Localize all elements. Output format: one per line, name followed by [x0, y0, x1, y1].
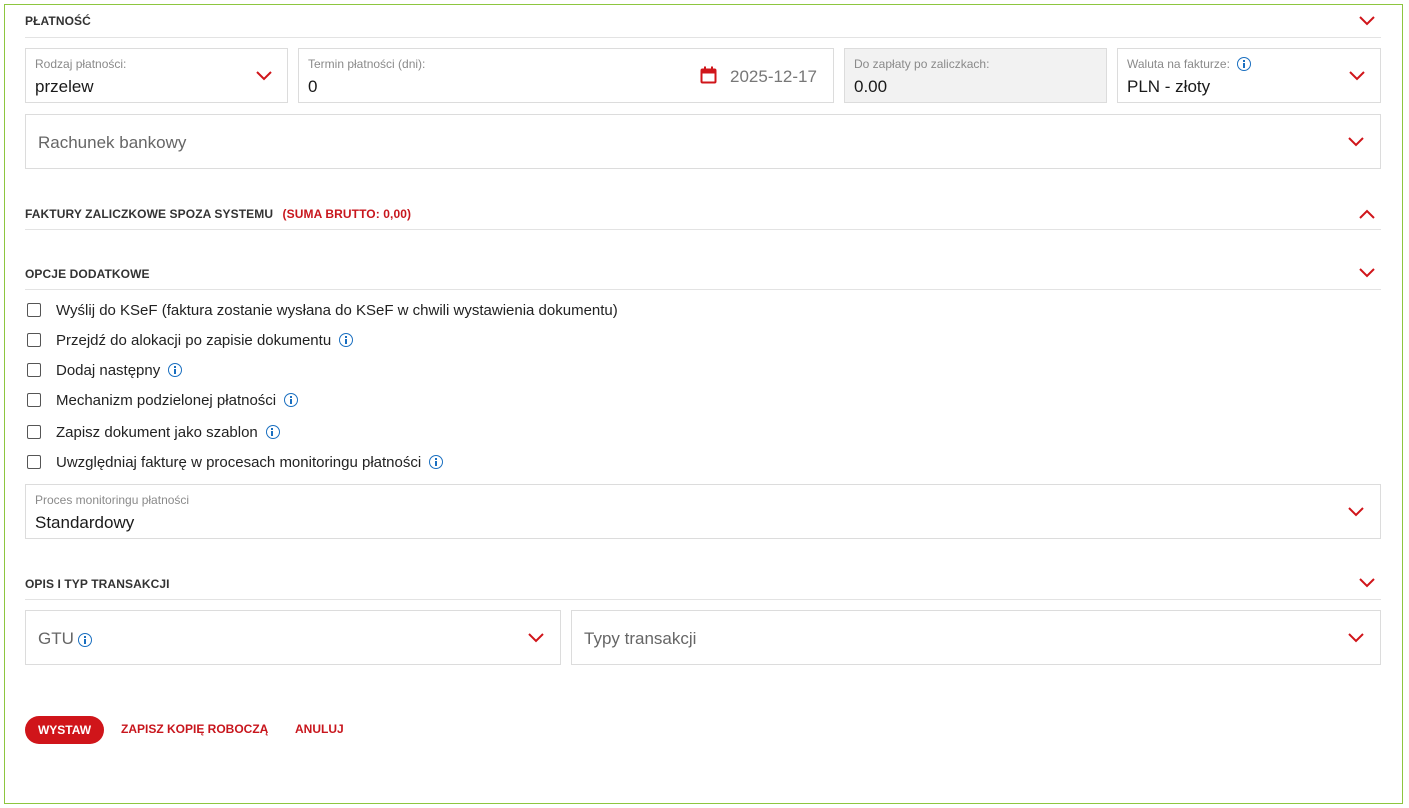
cancel-button[interactable]: ANULUJ: [295, 722, 344, 736]
info-icon[interactable]: [1237, 56, 1252, 71]
section-title-transaction: OPIS I TYP TRANSAKCJI: [25, 577, 170, 591]
checkbox-row-ksef: Wyślij do KSeF (faktura zostanie wysłana…: [27, 300, 618, 320]
section-divider: [25, 229, 1381, 230]
currency-select[interactable]: Waluta na fakturze: PLN - złoty: [1117, 48, 1381, 103]
advance-invoices-title: FAKTURY ZALICZKOWE SPOZA SYSTEMU: [25, 207, 274, 221]
monitoring-checkbox-label[interactable]: Uwzględniaj fakturę w procesach monitori…: [56, 454, 421, 471]
calendar-icon[interactable]: [700, 66, 717, 84]
monitoring-checkbox[interactable]: [27, 455, 41, 469]
payment-term-label: Termin płatności (dni):: [308, 57, 426, 71]
info-icon[interactable]: [429, 455, 444, 469]
section-divider: [25, 37, 1381, 38]
chevron-down-icon: [1347, 632, 1365, 644]
save-draft-button[interactable]: ZAPISZ KOPIĘ ROBOCZĄ: [121, 722, 268, 736]
section-title-advance-invoices: FAKTURY ZALICZKOWE SPOZA SYSTEMU (SUMA B…: [25, 207, 411, 221]
checkbox-row-template: Zapisz dokument jako szablon: [27, 422, 280, 442]
chevron-down-icon[interactable]: [1358, 267, 1376, 279]
template-checkbox[interactable]: [27, 425, 41, 439]
ksef-checkbox-label[interactable]: Wyślij do KSeF (faktura zostanie wysłana…: [56, 302, 618, 319]
checkbox-row-allocation: Przejdź do alokacji po zapisie dokumentu: [27, 330, 354, 350]
chevron-up-icon[interactable]: [1358, 208, 1376, 220]
checkbox-row-add-next: Dodaj następny: [27, 360, 183, 380]
amount-due-label: Do zapłaty po zaliczkach:: [854, 57, 990, 71]
add-next-checkbox[interactable]: [27, 363, 41, 377]
gtu-select[interactable]: GTU: [25, 610, 561, 665]
section-title-payment: PŁATNOŚĆ: [25, 14, 91, 28]
payment-type-value: przelew: [35, 77, 94, 96]
info-icon[interactable]: [168, 363, 183, 377]
allocation-checkbox-label[interactable]: Przejdź do alokacji po zapisie dokumentu: [56, 332, 331, 349]
template-checkbox-label[interactable]: Zapisz dokument jako szablon: [56, 424, 258, 441]
info-icon[interactable]: [339, 333, 354, 347]
chevron-down-icon: [527, 632, 545, 644]
add-next-checkbox-label[interactable]: Dodaj następny: [56, 362, 160, 379]
amount-due-value: 0.00: [854, 77, 888, 96]
chevron-down-icon: [1348, 70, 1366, 82]
currency-label: Waluta na fakturze:: [1127, 56, 1252, 72]
bank-account-select[interactable]: Rachunek bankowy: [25, 114, 1381, 169]
advance-sum-badge: (SUMA BRUTTO: 0,00): [282, 207, 412, 221]
bank-account-placeholder: Rachunek bankowy: [38, 133, 187, 152]
info-icon[interactable]: [265, 425, 280, 439]
section-divider: [25, 599, 1381, 600]
currency-label-text: Waluta na fakturze:: [1127, 57, 1230, 71]
due-date-value: 2025-12-17: [730, 67, 817, 86]
payment-term-value: 0: [308, 77, 318, 96]
issue-button[interactable]: WYSTAW: [25, 716, 104, 744]
chevron-down-icon[interactable]: [1358, 577, 1376, 589]
section-divider: [25, 289, 1381, 290]
chevron-down-icon: [1347, 506, 1365, 518]
section-title-options: OPCJE DODATKOWE: [25, 267, 150, 281]
allocation-checkbox[interactable]: [27, 333, 41, 347]
info-icon[interactable]: [78, 633, 92, 647]
monitoring-process-value: Standardowy: [35, 513, 135, 532]
chevron-down-icon: [255, 70, 273, 82]
transaction-types-select[interactable]: Typy transakcji: [571, 610, 1381, 665]
checkbox-row-split-payment: Mechanizm podzielonej płatności: [27, 390, 299, 410]
transaction-types-placeholder: Typy transakcji: [584, 629, 697, 648]
monitoring-process-select[interactable]: Proces monitoringu płatności Standardowy: [25, 484, 1381, 539]
checkbox-row-monitoring: Uwzględniaj fakturę w procesach monitori…: [27, 452, 444, 472]
chevron-down-icon: [1347, 136, 1365, 148]
chevron-down-icon[interactable]: [1358, 15, 1376, 27]
split-payment-checkbox[interactable]: [27, 393, 41, 407]
monitoring-process-label: Proces monitoringu płatności: [35, 493, 190, 507]
ksef-checkbox[interactable]: [27, 303, 41, 317]
split-payment-checkbox-label[interactable]: Mechanizm podzielonej płatności: [56, 392, 276, 409]
info-icon[interactable]: [284, 393, 299, 407]
gtu-placeholder: GTU: [38, 629, 74, 648]
payment-type-select[interactable]: Rodzaj płatności: przelew: [25, 48, 288, 103]
currency-value: PLN - złoty: [1127, 77, 1211, 96]
payment-type-label: Rodzaj płatności:: [35, 57, 127, 71]
amount-due-field: Do zapłaty po zaliczkach: 0.00: [844, 48, 1107, 103]
payment-term-input[interactable]: Termin płatności (dni): 0 2025-12-17: [298, 48, 834, 103]
